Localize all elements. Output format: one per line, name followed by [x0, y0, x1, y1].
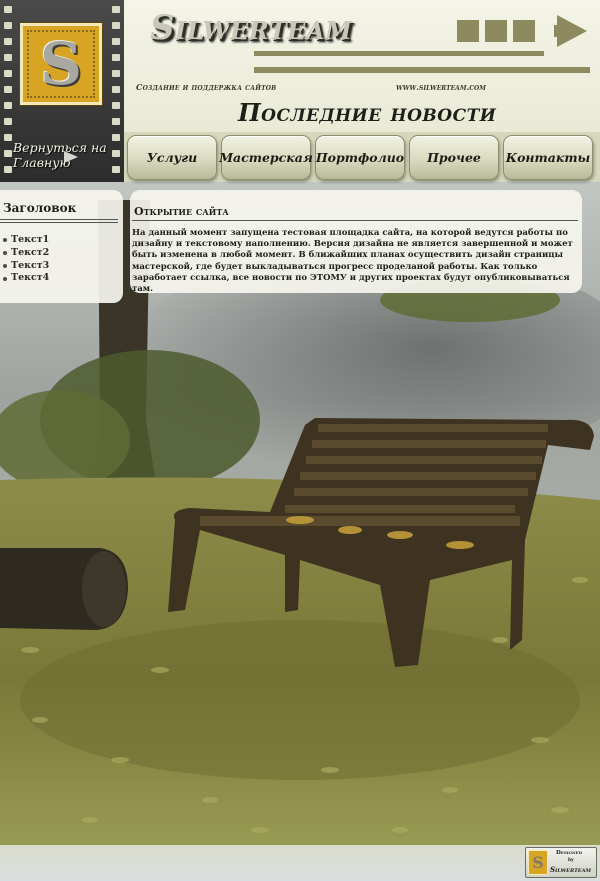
page-title: Последние новости [238, 98, 497, 127]
arrow-right-icon [557, 15, 587, 47]
arrow-right-icon [64, 151, 78, 163]
sidebar-item-label: Текст4 [11, 272, 50, 284]
article-title: Открытие сайта [134, 205, 229, 218]
divider [0, 222, 118, 223]
badge-name-text: Silwerteam [550, 865, 592, 874]
designed-by-badge[interactable]: S Designed by Silwerteam [525, 847, 597, 878]
back-home-link[interactable]: Вернуться на Главную [13, 140, 113, 170]
bullet-icon [3, 263, 7, 268]
badge-by-text: by [568, 858, 574, 863]
brand-name: Silwerteam [150, 8, 353, 48]
sidebar-item-label: Текст1 [11, 234, 50, 245]
decor-bar [254, 51, 544, 56]
badge-designed-text: Designed [556, 850, 583, 856]
nav-item-workshop[interactable]: Мастерская [219, 135, 313, 180]
sidebar-item[interactable]: Текст1 [3, 234, 49, 247]
bullet-icon [3, 238, 7, 243]
article-body: На данный момент запущена тестовая площа… [132, 228, 573, 295]
divider [0, 219, 118, 220]
header-banner: Silwerteam Создание и поддержка сайтов w… [124, 0, 600, 132]
footer [0, 845, 600, 881]
bullet-icon [3, 251, 7, 256]
decor-squares [457, 20, 535, 42]
header-logo-panel: S Вернуться на Главную [0, 0, 124, 182]
sidebar-item[interactable]: Текст2 [3, 247, 49, 260]
sidebar-panel: Заголовок Текст1 Текст2 Текст3 Текст4 [0, 190, 123, 303]
sidebar-item[interactable]: Текст4 [3, 272, 49, 285]
main-nav: Услуги Мастерская Портфолио Прочее Конта… [124, 132, 600, 182]
sidebar-item-label: Текст3 [11, 259, 50, 271]
bullet-icon [3, 276, 7, 281]
logo-stamp[interactable]: S [20, 23, 102, 105]
divider [132, 220, 578, 221]
badge-logo: S [528, 850, 548, 875]
nav-item-portfolio[interactable]: Портфолио [315, 135, 405, 180]
sidebar-item[interactable]: Текст3 [3, 260, 49, 273]
decor-bar [254, 67, 590, 73]
nav-item-other[interactable]: Прочее [409, 135, 499, 180]
nav-item-contacts[interactable]: Контакты [503, 135, 593, 180]
news-panel: Открытие сайта На данный момент запущена… [130, 190, 582, 295]
sidebar-title: Заголовок [3, 201, 77, 215]
sidebar-item-label: Текст2 [11, 246, 50, 258]
brand-tagline: Создание и поддержка сайтов [136, 82, 277, 92]
nav-item-services[interactable]: Услуги [127, 135, 217, 180]
stamp-border [27, 30, 95, 98]
site-url[interactable]: www.silwerteam.com [396, 82, 486, 92]
sidebar-list: Текст1 Текст2 Текст3 Текст4 [3, 234, 49, 285]
